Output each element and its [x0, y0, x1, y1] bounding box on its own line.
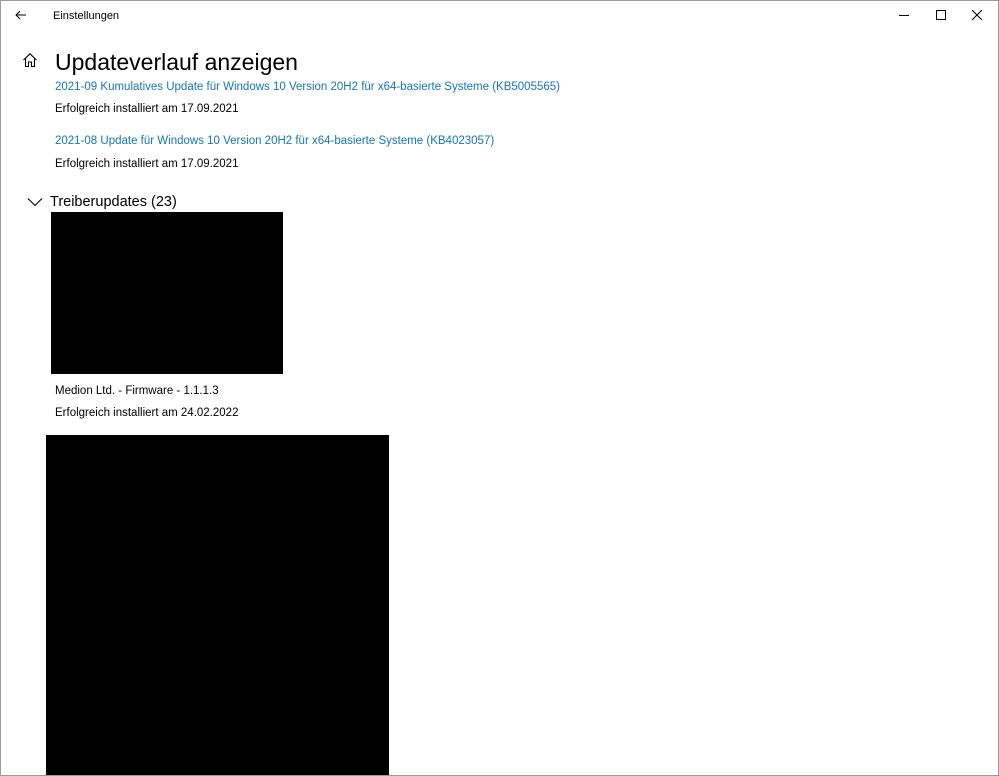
update-status: Erfolgreich installiert am 24.02.2022 — [55, 407, 239, 419]
close-button[interactable] — [954, 1, 998, 31]
settings-window: Einstellungen Updateverlauf anzeigen 202… — [0, 0, 999, 776]
update-link[interactable]: 2021-08 Update für Windows 10 Version 20… — [55, 134, 494, 148]
driver-update-name: Medion Ltd. - Firmware - 1.1.1.3 — [55, 385, 219, 397]
home-button[interactable] — [17, 49, 43, 75]
update-status: Erfolgreich installiert am 17.09.2021 — [55, 158, 239, 170]
home-icon — [22, 52, 38, 73]
page-title: Updateverlauf anzeigen — [55, 49, 298, 75]
driver-updates-group-header[interactable]: Treiberupdates (23) — [25, 191, 177, 213]
window-title: Einstellungen — [53, 10, 120, 22]
redacted-block — [46, 435, 389, 775]
update-status: Erfolgreich installiert am 17.09.2021 — [55, 103, 239, 115]
minimize-icon — [899, 7, 909, 25]
close-icon — [971, 7, 983, 25]
title-bar: Einstellungen — [1, 1, 998, 31]
chevron-down-icon — [25, 192, 45, 212]
redacted-block — [51, 212, 283, 374]
driver-updates-group-title: Treiberupdates (23) — [50, 194, 177, 210]
back-button[interactable] — [5, 1, 37, 31]
maximize-icon — [936, 7, 946, 25]
back-arrow-icon — [15, 7, 27, 25]
update-link[interactable]: 2021-09 Kumulatives Update für Windows 1… — [55, 80, 560, 94]
